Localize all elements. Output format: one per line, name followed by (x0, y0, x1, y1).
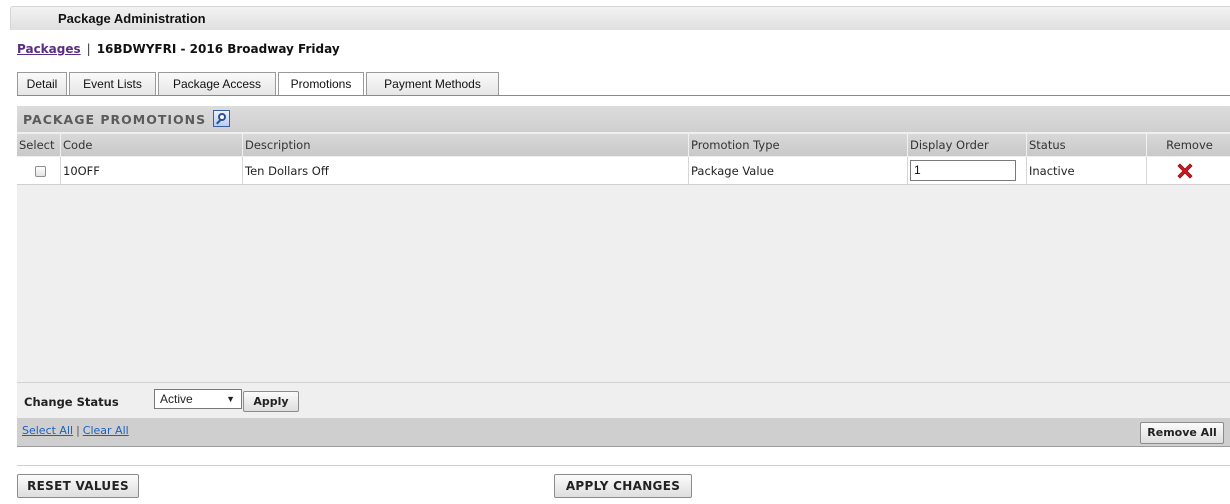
col-status: Status (1027, 134, 1147, 156)
code-cell: 10OFF (61, 157, 243, 185)
status-cell: Inactive (1027, 157, 1147, 185)
header-bar: Package Administration (10, 6, 1230, 30)
breadcrumb-separator: | (86, 42, 91, 56)
table-header: Select Code Description Promotion Type D… (17, 134, 1230, 156)
change-status-label: Change Status (24, 395, 119, 409)
tab-event-lists[interactable]: Event Lists (69, 72, 156, 95)
selection-separator: | (76, 424, 80, 437)
col-promotion-type: Promotion Type (689, 134, 908, 156)
selection-bar: Select All | Clear All Remove All (17, 418, 1230, 446)
table-row: 10OFF Ten Dollars Off Package Value 1 In… (17, 157, 1230, 185)
dropdown-caret-icon: ▼ (226, 394, 235, 404)
panel-header: PACKAGE PROMOTIONS (17, 106, 1230, 132)
apply-changes-button[interactable]: APPLY CHANGES (554, 474, 692, 498)
tab-promotions[interactable]: Promotions (278, 72, 364, 96)
magnifier-handle (216, 119, 221, 125)
remove-all-button[interactable]: Remove All (1140, 422, 1224, 444)
display-order-input[interactable]: 1 (910, 160, 1016, 181)
col-code: Code (61, 134, 243, 156)
change-status-bar: Change Status Active ▼ Apply (17, 382, 1230, 418)
row-select-checkbox[interactable] (35, 166, 46, 177)
selection-links: Select All | Clear All (22, 424, 129, 437)
promotion-type-cell: Package Value (689, 157, 908, 185)
col-remove: Remove (1166, 138, 1213, 152)
clear-all-link[interactable]: Clear All (83, 424, 129, 437)
status-select-value: Active (160, 392, 193, 406)
col-display-order: Display Order (908, 134, 1027, 156)
breadcrumb-packages-link[interactable]: Packages (17, 42, 81, 56)
reset-values-button[interactable]: RESET VALUES (17, 474, 139, 498)
magnifier-icon[interactable] (213, 110, 230, 127)
select-all-link[interactable]: Select All (22, 424, 73, 437)
tab-divider (17, 95, 1230, 96)
display-order-cell: 1 (908, 157, 1027, 185)
status-select[interactable]: Active ▼ (154, 389, 242, 409)
description-cell: Ten Dollars Off (243, 157, 689, 185)
breadcrumb: Packages | 16BDWYFRI - 2016 Broadway Frida… (17, 42, 340, 56)
remove-cell (1147, 157, 1230, 185)
footer-divider (17, 465, 1230, 466)
tab-detail[interactable]: Detail (17, 72, 67, 95)
remove-x-icon[interactable] (1177, 163, 1193, 179)
select-cell (17, 157, 61, 185)
apply-status-button[interactable]: Apply (243, 391, 299, 412)
col-select: Select (17, 134, 61, 156)
col-description: Description (243, 134, 689, 156)
tab-payment-methods[interactable]: Payment Methods (366, 72, 499, 95)
page-title: Package Administration (58, 11, 206, 26)
tab-package-access[interactable]: Package Access (158, 72, 276, 95)
breadcrumb-current: 16BDWYFRI - 2016 Broadway Friday (96, 42, 340, 56)
panel-title: PACKAGE PROMOTIONS (23, 112, 207, 127)
promotions-panel: PACKAGE PROMOTIONS Select Code Descripti… (17, 106, 1230, 447)
